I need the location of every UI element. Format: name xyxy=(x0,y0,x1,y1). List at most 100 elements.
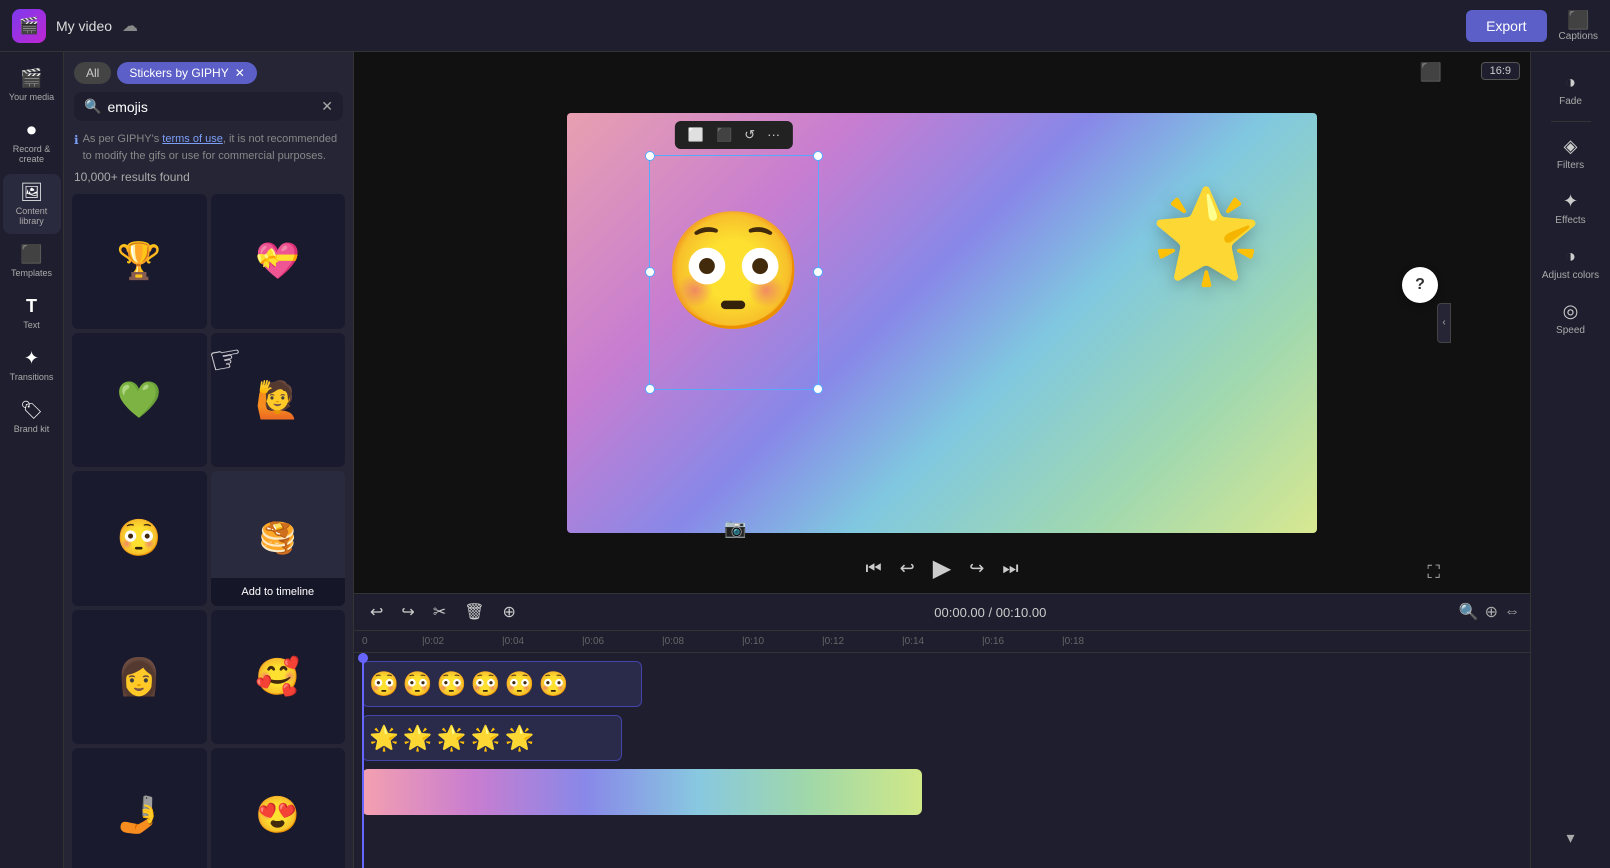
sidebar-item-record[interactable]: ⏺ Record & create xyxy=(3,112,61,172)
list-item[interactable]: 🏆 xyxy=(72,194,207,329)
sidebar-item-transitions[interactable]: ✦ Transitions xyxy=(3,340,61,390)
content-icon: 🖼 xyxy=(20,182,43,203)
sidebar-label-transitions: Transitions xyxy=(10,372,54,382)
more-right-panel-button[interactable]: ▾ xyxy=(1535,820,1607,856)
handle-tr[interactable] xyxy=(813,151,823,161)
filter-tab-all[interactable]: All xyxy=(74,62,111,84)
filters-button[interactable]: ◈ Filters xyxy=(1535,128,1607,179)
ruler-mark: |0:08 xyxy=(662,636,742,647)
list-item[interactable]: 😳 xyxy=(72,471,207,606)
table-row[interactable] xyxy=(362,767,1522,817)
ruler-mark: |0:06 xyxy=(582,636,662,647)
camera-toggle-icon[interactable]: 📷 xyxy=(724,518,746,539)
right-panel-collapse-button[interactable]: ‹ xyxy=(1437,303,1451,343)
sidebar-item-templates[interactable]: ⬛ Templates xyxy=(3,236,61,286)
table-row[interactable]: 😳 😳 😳 😳 😳 😳 xyxy=(362,659,1522,709)
list-item[interactable]: 👩 xyxy=(72,610,207,745)
fade-button[interactable]: ◑ Fade xyxy=(1535,64,1607,115)
adjust-colors-button[interactable]: ◑ Adjust colors xyxy=(1535,238,1607,289)
background-clip[interactable] xyxy=(362,769,922,815)
skip-back-button[interactable]: ⏮ xyxy=(865,558,881,579)
fade-icon: ◑ xyxy=(1565,72,1576,93)
chevron-down-icon: ▾ xyxy=(1566,828,1574,848)
ratio-badge: 16:9 xyxy=(1481,62,1520,80)
sticker-grid: 🏆 💝 💚 🙋 😳 🥞 Add to timeline 👩 🥰 🤳 😍 xyxy=(64,190,353,868)
adjust-icon: ◑ xyxy=(1565,246,1576,267)
selection-toolbar: ⬜ ⬛ ↺ ··· xyxy=(675,121,793,149)
ruler-mark: |0:04 xyxy=(502,636,582,647)
play-button[interactable]: ▶ xyxy=(933,554,951,583)
list-item[interactable]: 💚 xyxy=(72,333,207,468)
terms-link[interactable]: terms of use xyxy=(162,133,223,145)
speed-button[interactable]: ◎ Speed xyxy=(1535,293,1607,344)
rotate-tool-button[interactable]: ↺ xyxy=(739,125,760,145)
export-button[interactable]: Export xyxy=(1466,10,1546,42)
list-item[interactable]: 🤳 xyxy=(72,748,207,868)
more-options-button[interactable]: ··· xyxy=(762,125,785,144)
resize-tool-button[interactable]: ⬛ xyxy=(711,125,737,145)
ruler-mark: |0:18 xyxy=(1062,636,1142,647)
sidebar-label-templates: Templates xyxy=(11,268,52,278)
star-clip[interactable]: 🌟 🌟 🌟 🌟 🌟 xyxy=(362,715,622,761)
search-input[interactable] xyxy=(107,99,315,115)
skip-forward-button[interactable]: ⏭ xyxy=(1002,558,1018,579)
video-canvas[interactable]: 🌟 ⬜ ⬛ ↺ ··· xyxy=(567,113,1317,533)
list-item[interactable]: 💝 xyxy=(211,194,346,329)
list-item[interactable]: 🥰 xyxy=(211,610,346,745)
crop-tool-button[interactable]: ⬜ xyxy=(683,125,709,145)
fade-label: Fade xyxy=(1559,96,1582,107)
emoji-clip[interactable]: 😳 😳 😳 😳 😳 😳 xyxy=(362,661,642,707)
handle-bl[interactable] xyxy=(645,384,655,394)
close-filter-icon[interactable]: ✕ xyxy=(235,66,245,80)
ruler-mark: |0:16 xyxy=(982,636,1062,647)
zoom-in-button[interactable]: ⊕ xyxy=(1485,602,1498,622)
expand-timeline-button[interactable]: ⇔ xyxy=(1504,603,1520,621)
handle-mr[interactable] xyxy=(813,267,823,277)
selection-container[interactable]: ⬜ ⬛ ↺ ··· xyxy=(649,155,819,390)
media-icon: 🎬 xyxy=(20,68,42,89)
filter-tab-giphy[interactable]: Stickers by GIPHY ✕ xyxy=(117,62,256,84)
list-item[interactable]: 🙋 xyxy=(211,333,346,468)
rewind-5-button[interactable]: ↩ xyxy=(900,558,915,579)
canvas-area: ⬛ 16:9 🌟 ⬜ ⬛ ↺ ··· xyxy=(354,52,1530,593)
sidebar-item-content[interactable]: 🖼 Content library xyxy=(3,174,61,234)
delete-button[interactable]: 🗑 xyxy=(458,600,490,624)
sidebar-label-content: Content library xyxy=(7,206,57,226)
sidebar-item-brand[interactable]: 🏷 Brand kit xyxy=(3,392,61,442)
results-count: 10,000+ results found xyxy=(64,170,353,190)
emoji-main-element: 😳 xyxy=(662,205,805,340)
templates-icon: ⬛ xyxy=(20,244,42,265)
help-button[interactable]: ? xyxy=(1402,267,1438,303)
clear-search-icon[interactable]: ✕ xyxy=(321,98,333,115)
emoji-star-element[interactable]: 🌟 xyxy=(1150,183,1262,288)
time-display: 00:00.00 / 00:10.00 xyxy=(934,605,1046,620)
effects-button[interactable]: ✦ Effects xyxy=(1535,183,1607,234)
ruler-mark: |0:14 xyxy=(902,636,982,647)
speed-label: Speed xyxy=(1556,325,1585,336)
search-box: 🔍 ✕ xyxy=(74,92,343,121)
cut-button[interactable]: ✂ xyxy=(427,600,452,624)
giphy-notice: ℹ As per GIPHY's terms of use, it is not… xyxy=(64,125,353,170)
captions-panel-icon[interactable]: ⬛ xyxy=(1420,62,1442,83)
captions-button[interactable]: ⬛ Captions xyxy=(1559,10,1598,42)
undo-button[interactable]: ↩ xyxy=(364,600,389,624)
table-row[interactable]: 🌟 🌟 🌟 🌟 🌟 xyxy=(362,713,1522,763)
handle-ml[interactable] xyxy=(645,267,655,277)
redo-button[interactable]: ↪ xyxy=(395,600,420,624)
ruler-mark: |0:10 xyxy=(742,636,822,647)
handle-tl[interactable] xyxy=(645,151,655,161)
sidebar-item-text[interactable]: T Text xyxy=(3,288,61,338)
ruler-mark: 0 xyxy=(362,636,422,647)
list-item[interactable]: 😍 xyxy=(211,748,346,868)
sidebar-item-your-media[interactable]: 🎬 Your media xyxy=(3,60,61,110)
forward-5-button[interactable]: ↪ xyxy=(969,558,984,579)
add-to-timeline-overlay[interactable]: Add to timeline xyxy=(211,578,346,606)
fullscreen-button[interactable]: ⛶ xyxy=(1427,562,1440,583)
add-clip-button[interactable]: ⊕ xyxy=(497,600,522,624)
handle-br[interactable] xyxy=(813,384,823,394)
brand-icon: 🏷 xyxy=(20,400,43,421)
adjust-label: Adjust colors xyxy=(1542,270,1599,281)
zoom-out-button[interactable]: 🔍 xyxy=(1459,602,1479,622)
list-item[interactable]: 🥞 Add to timeline xyxy=(211,471,346,606)
video-title[interactable]: My video xyxy=(56,18,112,34)
